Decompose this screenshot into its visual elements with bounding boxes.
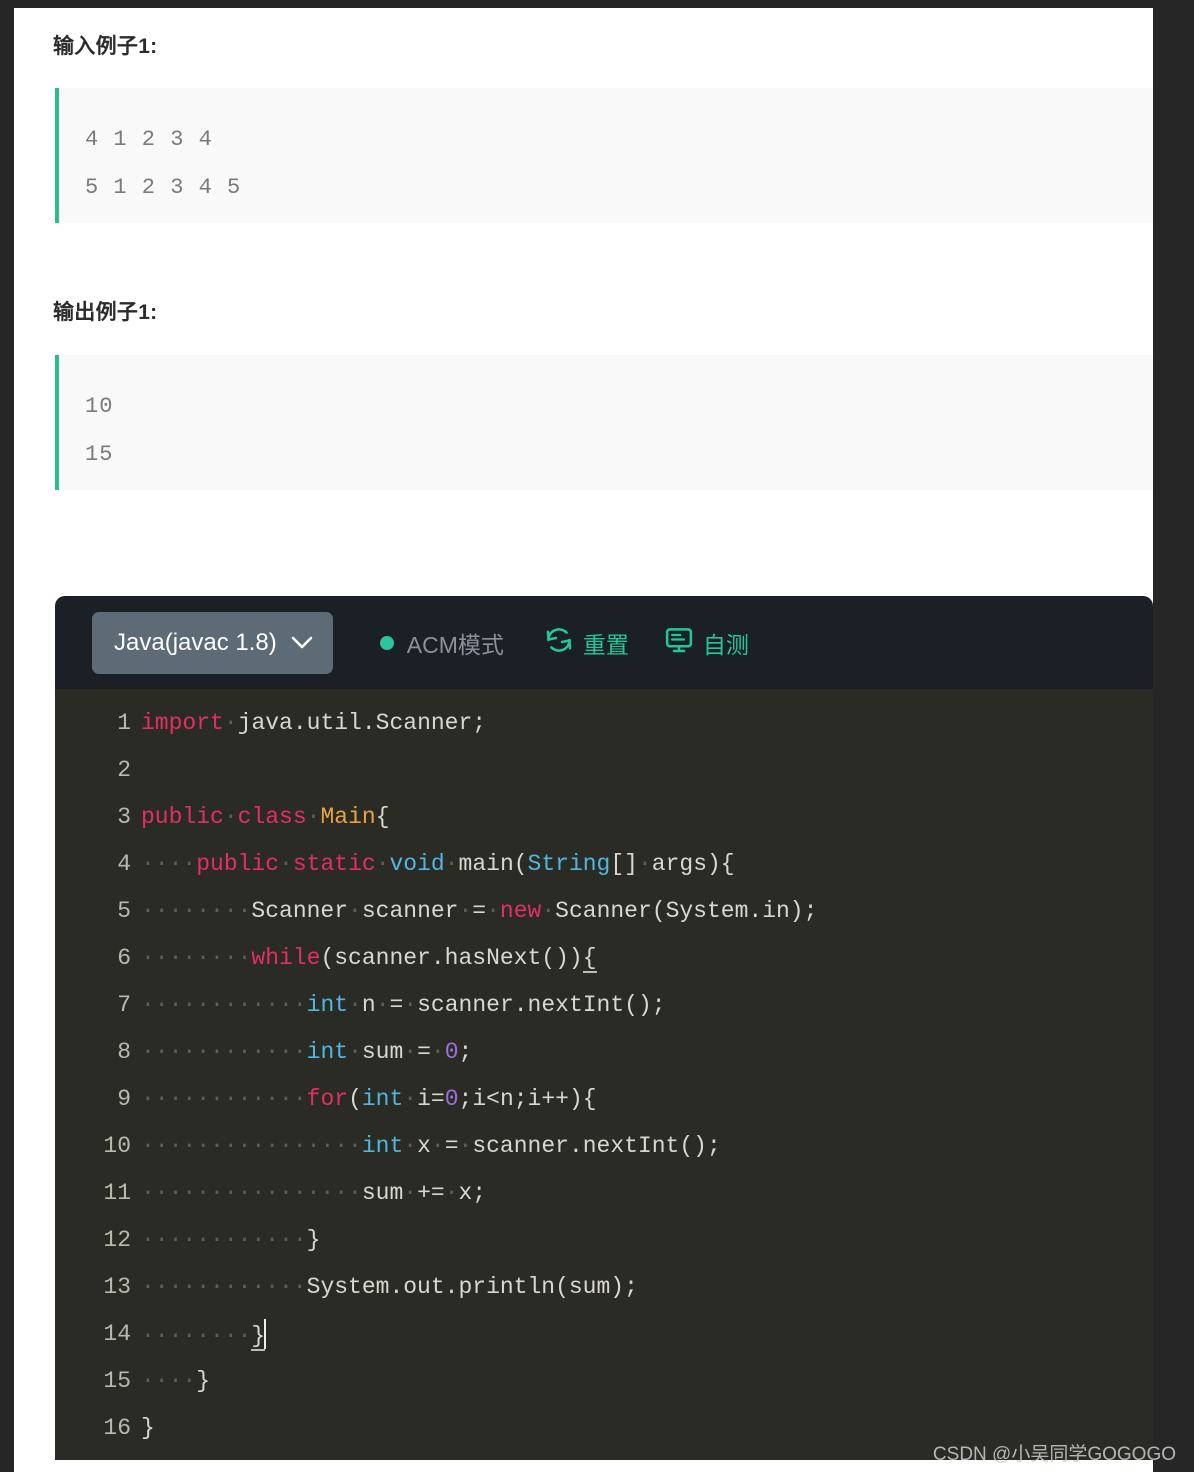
language-select[interactable]: Java(javac 1.8): [92, 611, 333, 674]
code-line: 7 ············int·n·=·scanner.nextInt();: [55, 981, 1153, 1028]
acm-mode-label: ACM模式: [406, 631, 504, 658]
output-example-heading: 输出例子1:: [53, 301, 158, 324]
code-area[interactable]: 1 import·java.util.Scanner; 2 3 public·cla…: [55, 689, 1153, 1460]
line-number: 7: [117, 991, 131, 1018]
line-number: 14: [103, 1320, 131, 1347]
text-caret: [264, 1318, 267, 1349]
line-number: 9: [117, 1085, 131, 1112]
code-line: 9 ············for(int·i=0;i<n;i++){: [55, 1075, 1153, 1122]
line-number: 1: [117, 709, 131, 736]
code-line: 2: [55, 746, 1153, 793]
input-example-block: 4 1 2 3 4 5 1 2 3 4 5: [55, 88, 1153, 223]
code-line: 14 ········}: [55, 1310, 1153, 1357]
output-example-line: 15: [85, 442, 114, 467]
code-line-text[interactable]: ········while(scanner.hasNext()){: [141, 944, 597, 973]
code-line: 5 ········Scanner·scanner·=·new·Scanner(S…: [55, 887, 1153, 934]
reset-label: 重置: [582, 631, 629, 658]
line-number: 15: [103, 1367, 131, 1394]
selftest-label: 自测: [702, 631, 749, 658]
reset-button[interactable]: 重置: [544, 612, 629, 674]
chevron-down-icon: [291, 636, 313, 650]
code-line-text[interactable]: ············System.out.println(sum);: [141, 1274, 638, 1300]
code-line-text[interactable]: ········}: [141, 1318, 267, 1351]
code-line: 8 ············int·sum·=·0;: [55, 1028, 1153, 1075]
code-line: 6 ········while(scanner.hasNext()){: [55, 934, 1153, 981]
code-line: 13 ············System.out.println(sum);: [55, 1263, 1153, 1310]
output-example-line: 10: [85, 394, 114, 419]
code-line-text[interactable]: ············int·n·=·scanner.nextInt();: [141, 992, 666, 1018]
selftest-button[interactable]: 自测: [664, 612, 749, 674]
line-number: 6: [117, 944, 131, 971]
code-editor: Java(javac 1.8) ACM模式 重置 自测 1 import·jav…: [55, 596, 1153, 1460]
code-line: 1 import·java.util.Scanner;: [55, 699, 1153, 746]
line-number: 5: [117, 897, 131, 924]
page-sheet: 输入例子1: 4 1 2 3 4 5 1 2 3 4 5 输出例子1: 10 1…: [14, 8, 1153, 1472]
status-dot-icon: [379, 635, 394, 650]
code-line-text[interactable]: ····}: [141, 1368, 210, 1394]
code-line: 11 ················sum·+=·x;: [55, 1169, 1153, 1216]
code-line-text[interactable]: import·java.util.Scanner;: [141, 710, 486, 736]
code-line-text[interactable]: ············int·sum·=·0;: [141, 1039, 472, 1065]
code-line: 10 ················int·x·=·scanner.nextIn…: [55, 1122, 1153, 1169]
line-number: 8: [117, 1038, 131, 1065]
input-example-line: 4 1 2 3 4: [85, 127, 213, 152]
code-line-text[interactable]: ············for(int·i=0;i<n;i++){: [141, 1086, 597, 1112]
input-example-heading: 输入例子1:: [53, 35, 158, 58]
code-line-text[interactable]: ················int·x·=·scanner.nextInt(…: [141, 1133, 721, 1159]
line-number: 12: [103, 1226, 131, 1253]
code-line-text[interactable]: ············}: [141, 1227, 320, 1253]
code-line-text[interactable]: public·class·Main{: [141, 804, 390, 830]
code-line-text[interactable]: }: [141, 1415, 155, 1441]
code-line-text[interactable]: ····public·static·void·main(String[]·arg…: [141, 851, 735, 877]
code-line-text[interactable]: ················sum·+=·x;: [141, 1180, 486, 1206]
monitor-icon: [664, 625, 694, 660]
editor-toolbar: Java(javac 1.8) ACM模式 重置 自测: [55, 596, 1153, 689]
code-line: 4 ····public·static·void·main(String[]·ar…: [55, 840, 1153, 887]
line-number: 3: [117, 803, 131, 830]
line-number: 10: [103, 1132, 131, 1159]
line-number: 2: [117, 756, 131, 783]
watermark: CSDN @小吴同学GOGOGO: [932, 1444, 1176, 1465]
language-select-label: Java(javac 1.8): [114, 628, 277, 656]
line-number: 11: [103, 1179, 131, 1206]
line-number: 16: [103, 1414, 131, 1441]
code-line: 12 ············}: [55, 1216, 1153, 1263]
input-example-line: 5 1 2 3 4 5: [85, 175, 242, 200]
acm-mode-indicator: ACM模式: [379, 612, 504, 674]
line-number: 4: [117, 850, 131, 877]
refresh-icon: [544, 625, 574, 660]
code-line: 3 public·class·Main{: [55, 793, 1153, 840]
code-line-text[interactable]: ········Scanner·scanner·=·new·Scanner(Sy…: [141, 898, 817, 924]
line-number: 13: [103, 1273, 131, 1300]
output-example-block: 10 15: [55, 355, 1153, 490]
code-line: 15 ····}: [55, 1357, 1153, 1404]
